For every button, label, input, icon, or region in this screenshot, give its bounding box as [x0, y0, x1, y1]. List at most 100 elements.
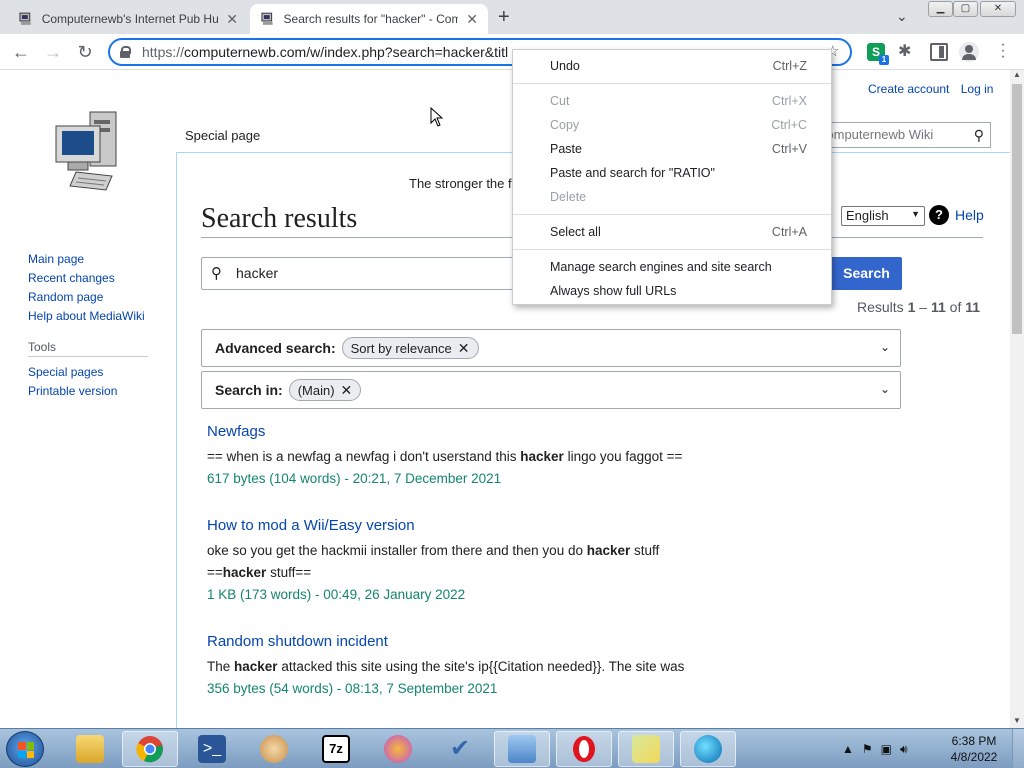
result-title-link[interactable]: How to mod a Wii/Easy version [207, 517, 907, 534]
help-link[interactable]: ? Help [929, 205, 984, 225]
chevron-down-icon[interactable]: ⌄ [880, 340, 890, 354]
result-meta: 617 bytes (104 words) - 20:21, 7 Decembe… [207, 471, 502, 486]
close-window-button[interactable]: ✕ [980, 1, 1016, 17]
result-title-link[interactable]: Newfags [207, 423, 907, 440]
taskbar-7zip[interactable]: 7z [308, 731, 364, 767]
create-account-link[interactable]: Create account [868, 82, 949, 96]
maximize-window-button[interactable]: ▢ [953, 1, 978, 17]
wiki-search-input[interactable]: Computernewb Wiki ⚲ [808, 122, 991, 148]
taskbar-paint[interactable] [246, 731, 302, 767]
url-text[interactable]: https://computernewb.com/w/index.php?sea… [142, 44, 522, 60]
tools-heading: Tools [28, 340, 148, 357]
chip-label: Sort by relevance [350, 340, 452, 356]
tab-search-chevron-icon[interactable]: ⌄ [896, 8, 908, 25]
7zip-icon: 7z [322, 735, 350, 763]
result-meta: 356 bytes (54 words) - 08:13, 7 Septembe… [207, 681, 498, 696]
extensions-puzzle-icon[interactable]: ✱ [898, 43, 916, 61]
tab-search-results[interactable]: Search results for "hacker" - Com ✕ [250, 4, 488, 34]
advanced-search-bar[interactable]: Advanced search: Sort by relevance ✕ ⌄ [201, 329, 901, 367]
action-center-flag-icon[interactable]: ⚑ [862, 742, 873, 756]
reload-icon[interactable]: ↻ [74, 41, 96, 63]
side-panel-icon[interactable] [930, 43, 948, 61]
search-icon[interactable]: ⚲ [974, 127, 984, 144]
page-scrollbar[interactable]: ▲ ▼ [1010, 70, 1024, 728]
tab-computernewb-hub[interactable]: Computernewb's Internet Pub Hu ✕ [8, 4, 248, 34]
menu-divider [513, 249, 831, 250]
close-tab-icon[interactable]: ✕ [466, 11, 478, 28]
volume-icon[interactable]: 🔊︎ [900, 742, 908, 757]
taskbar-chrome[interactable] [122, 731, 178, 767]
browser-menu-icon[interactable]: · · · [998, 37, 1008, 65]
sidebar-item-help-mediawiki[interactable]: Help about MediaWiki [28, 307, 176, 326]
main-namespace-chip[interactable]: (Main) ✕ [288, 379, 362, 401]
computer-favicon-icon [261, 12, 273, 25]
user-links: Create account Log in [868, 82, 1001, 96]
sidebar-item-printable-version[interactable]: Printable version [28, 382, 176, 401]
lock-icon[interactable] [120, 46, 131, 58]
new-tab-button[interactable]: + [498, 6, 510, 29]
chevron-down-icon[interactable]: ⌄ [880, 382, 890, 396]
wiki-logo-computer-icon[interactable] [52, 108, 124, 194]
show-desktop-button[interactable] [1012, 729, 1024, 768]
taskbar-checkmark-app[interactable]: ✔ [432, 731, 488, 767]
taskbar-edge[interactable] [680, 731, 736, 767]
start-button[interactable] [6, 731, 44, 767]
show-hidden-icons-icon[interactable]: ▲ [842, 742, 854, 756]
taskbar-explorer[interactable] [62, 731, 118, 767]
result-snippet-line2: ==hacker stuff== [207, 565, 312, 580]
search-query-value: hacker [236, 265, 279, 281]
sidebar: Main page Recent changes Random page Hel… [0, 250, 176, 415]
sort-by-relevance-chip[interactable]: Sort by relevance ✕ [341, 337, 479, 359]
remove-chip-icon[interactable]: ✕ [458, 340, 470, 357]
result-title-link[interactable]: Random shutdown incident [207, 633, 907, 650]
folder-app-icon [632, 735, 660, 763]
log-in-link[interactable]: Log in [961, 82, 994, 96]
menu-item-paste-and-search[interactable]: Paste and search for "RATIO" [513, 161, 831, 185]
profile-avatar-icon[interactable] [959, 42, 979, 62]
context-menu: Undo Ctrl+Z Cut Ctrl+X Copy Ctrl+C Paste Ctr… [512, 49, 832, 305]
system-tray: ▲ ⚑ ▣ 🔊︎ [842, 729, 916, 768]
tools-portlet: Tools Special pages Printable version [28, 340, 176, 401]
back-arrow-icon[interactable]: ← [10, 41, 32, 63]
tab-special-page[interactable]: Special page [176, 122, 270, 152]
menu-item-manage-search-engines[interactable]: Manage search engines and site search [513, 255, 831, 279]
minimize-window-button[interactable]: ▁ [928, 1, 953, 17]
menu-item-cut: Cut Ctrl+X [550, 94, 807, 108]
taskbar-powershell[interactable]: >_ [184, 731, 240, 767]
taskbar-control-panel[interactable] [494, 731, 550, 767]
browser-tab-strip: Computernewb's Internet Pub Hu ✕ Search … [0, 0, 1024, 34]
close-tab-icon[interactable]: ✕ [226, 11, 238, 28]
chip-label: (Main) [297, 382, 335, 398]
remove-chip-icon[interactable]: ✕ [341, 382, 353, 399]
sidebar-item-main-page[interactable]: Main page [28, 250, 176, 269]
forward-arrow-icon[interactable]: → [42, 41, 64, 63]
site-notice: The stronger the fo [409, 176, 519, 191]
search-in-label: Search in: [215, 382, 283, 398]
sidebar-item-random-page[interactable]: Random page [28, 288, 176, 307]
taskbar-clock[interactable]: 6:38 PM 4/8/2022 [942, 733, 1006, 765]
network-icon[interactable]: ▣ [881, 742, 892, 756]
menu-divider [513, 83, 831, 84]
help-question-icon: ? [929, 205, 949, 225]
taskbar-opera[interactable] [556, 731, 612, 767]
language-select[interactable]: English ▼ [841, 206, 925, 226]
menu-item-undo[interactable]: Undo Ctrl+Z [513, 54, 831, 78]
taskbar-clock-app[interactable] [370, 731, 426, 767]
opera-icon [573, 736, 595, 762]
sidebar-item-special-pages[interactable]: Special pages [28, 363, 176, 382]
control-panel-icon [508, 735, 536, 763]
menu-item-always-show-full-urls[interactable]: Always show full URLs [513, 279, 831, 303]
scroll-up-arrow-icon[interactable]: ▲ [1010, 70, 1024, 82]
scroll-down-arrow-icon[interactable]: ▼ [1010, 716, 1024, 728]
menu-item-select-all[interactable]: Select all Ctrl+A [513, 220, 831, 244]
taskbar-folder-app[interactable] [618, 731, 674, 767]
search-button[interactable]: Search [831, 257, 902, 290]
search-in-bar[interactable]: Search in: (Main) ✕ ⌄ [201, 371, 901, 409]
scrollbar-thumb[interactable] [1012, 84, 1022, 334]
tab-title: Search results for "hacker" - Com [283, 12, 459, 26]
clock-app-icon [384, 735, 412, 763]
search-result: Random shutdown incident The hacker atta… [207, 633, 907, 700]
menu-item-paste[interactable]: Paste Ctrl+V [513, 137, 831, 161]
s-extension-icon[interactable]: S1 [867, 43, 889, 65]
sidebar-item-recent-changes[interactable]: Recent changes [28, 269, 176, 288]
